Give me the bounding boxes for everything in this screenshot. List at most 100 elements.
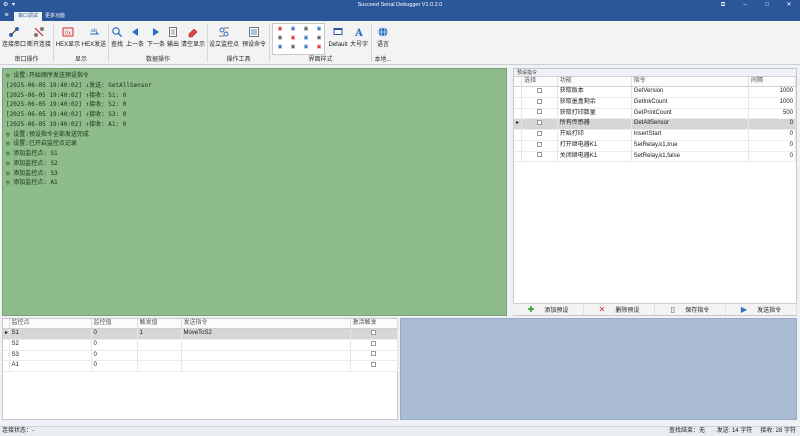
- window-title: Succeed Serial Debugger V1.0.2.0: [357, 2, 443, 8]
- preset-select-checkbox[interactable]: [521, 108, 558, 120]
- preset-command: GetVersion: [631, 86, 749, 98]
- activate-trigger-checkbox[interactable]: [350, 339, 398, 351]
- trigger-value[interactable]: [137, 360, 182, 372]
- preset-select-checkbox[interactable]: [521, 118, 558, 130]
- search-button[interactable]: 查找: [110, 23, 124, 57]
- col-header-activate-trigger[interactable]: 激活触发: [350, 319, 398, 329]
- preset-select-checkbox[interactable]: [521, 97, 558, 109]
- preset-row[interactable]: 获取版本 GetVersion 1000: [514, 86, 797, 98]
- preset-row[interactable]: 打开继电器K1 SetRelay,k1,true 0: [514, 140, 797, 152]
- send-command[interactable]: [181, 360, 351, 372]
- theme-swatch-icon[interactable]: ▣: [290, 36, 296, 41]
- theme-swatch-icon[interactable]: ▣: [316, 27, 322, 32]
- theme-swatch-icon[interactable]: ▣: [303, 36, 309, 41]
- add-preset-button[interactable]: ✚ 添加预设: [513, 304, 584, 315]
- preset-select-checkbox[interactable]: [521, 140, 558, 152]
- theme-swatch-icon[interactable]: ▣: [277, 45, 283, 50]
- preset-row[interactable]: ▸ 所有传感器 GetAllSensor 0: [514, 118, 797, 130]
- monitor-row[interactable]: ▸ S1 0 1 MoveToS2: [3, 328, 398, 340]
- group-label-data: 数据操作: [145, 57, 170, 63]
- col-header-interval[interactable]: 间隔: [748, 77, 797, 87]
- col-header-monitor-value[interactable]: 监控值: [91, 319, 138, 329]
- col-header-select[interactable]: 选择: [521, 77, 558, 87]
- theme-swatch-icon[interactable]: ▣: [277, 27, 283, 32]
- hex-send-icon: ab: [88, 23, 100, 41]
- preset-select-checkbox[interactable]: [521, 129, 558, 141]
- preset-row[interactable]: 获取打印数量 GetPrintCount 500: [514, 108, 797, 120]
- send-command-button[interactable]: ▶ 发送指令: [726, 304, 797, 315]
- trigger-value[interactable]: [137, 339, 182, 351]
- send-command[interactable]: [181, 350, 351, 362]
- col-header-send-command[interactable]: 发送指令: [181, 319, 351, 329]
- disconnect-button[interactable]: 断开连接: [27, 23, 51, 57]
- next-button[interactable]: 下一条: [146, 23, 166, 57]
- hex-display-button[interactable]: 0x HEX显示: [56, 23, 80, 57]
- col-header-trigger-value[interactable]: 触发值: [137, 319, 182, 329]
- preset-command: SetRelay,k1,true: [631, 140, 749, 152]
- preset-select-checkbox[interactable]: [521, 151, 558, 163]
- activate-trigger-checkbox[interactable]: [350, 350, 398, 362]
- delete-preset-button[interactable]: ✕ 删除预设: [584, 304, 655, 315]
- row-marker: [514, 129, 523, 141]
- theme-swatch-icon[interactable]: ▣: [316, 36, 322, 41]
- monitor-value: 0: [91, 328, 138, 340]
- tab-serial-debug[interactable]: 串口调试: [14, 12, 43, 21]
- font-size-icon: A: [353, 23, 365, 41]
- col-header-function[interactable]: 功能: [557, 77, 632, 87]
- row-marker: [514, 108, 523, 120]
- hamburger-menu-icon[interactable]: ≡: [0, 11, 13, 21]
- big-font-button[interactable]: A 大号字: [350, 23, 368, 57]
- preset-interval: 500: [748, 108, 797, 120]
- clear-display-button[interactable]: 清空显示: [181, 23, 205, 57]
- preset-row[interactable]: 获取墨盒剩余 GetInkCount 1000: [514, 97, 797, 109]
- preset-command-button[interactable]: 预设命令: [241, 23, 267, 57]
- send-command[interactable]: [181, 339, 351, 351]
- theme-swatch-icon[interactable]: ▣: [290, 45, 296, 50]
- save-command-button[interactable]: ▯ 保存指令: [655, 304, 726, 315]
- trigger-value[interactable]: [137, 350, 182, 362]
- restore-icon[interactable]: ⧉: [712, 0, 734, 11]
- connect-button[interactable]: 连接串口: [2, 23, 26, 57]
- preset-row[interactable]: 关闭继电器K1 SetRelay,k1,false 0: [514, 151, 797, 163]
- theme-selector[interactable]: Default: [328, 23, 348, 57]
- tab-more-features[interactable]: 更多功能: [41, 12, 69, 21]
- theme-swatch-icon[interactable]: ▣: [303, 27, 309, 32]
- preset-interval: 1000: [748, 97, 797, 109]
- send-command[interactable]: MoveToS2: [181, 328, 351, 340]
- output-button[interactable]: 输出: [166, 23, 180, 57]
- maximize-button[interactable]: □: [756, 0, 778, 11]
- col-header-command[interactable]: 指令: [631, 77, 749, 87]
- minimize-button[interactable]: –: [734, 0, 756, 11]
- theme-swatch-icon[interactable]: ▣: [303, 45, 309, 50]
- hex-send-button[interactable]: ab HEX发送: [82, 23, 106, 57]
- theme-swatch-icon[interactable]: ▣: [277, 36, 283, 41]
- activate-trigger-checkbox[interactable]: [350, 328, 398, 340]
- close-button[interactable]: ✕: [778, 0, 800, 11]
- set-monitor-point-button[interactable]: 设立监控点: [209, 23, 239, 57]
- col-header-monitor-point[interactable]: 监控点: [9, 319, 92, 329]
- theme-gallery[interactable]: ▣ ▣ ▣ ▣ ▣ ▣ ▣ ▣ ▣ ▣ ▣ ▣: [272, 23, 325, 55]
- monitor-value: 0: [91, 350, 138, 362]
- theme-swatch-icon[interactable]: ▣: [316, 45, 322, 50]
- send-play-icon: ▶: [740, 305, 748, 314]
- monitor-row[interactable]: S3 0: [3, 350, 398, 362]
- monitor-row[interactable]: S2 0: [3, 339, 398, 351]
- preset-list-icon: [248, 23, 260, 41]
- trigger-value[interactable]: 1: [137, 328, 182, 340]
- disconnect-plug-icon: [33, 23, 45, 41]
- language-button[interactable]: 语言: [374, 23, 392, 57]
- row-marker: ▸: [514, 118, 523, 130]
- preset-select-checkbox[interactable]: [521, 86, 558, 98]
- preset-interval: 0: [748, 140, 797, 152]
- prev-button[interactable]: 上一条: [125, 23, 145, 57]
- monitor-row[interactable]: A1 0: [3, 360, 398, 372]
- log-output[interactable]: ◎ 设置:开始顺序发送预设指令 [2025-06-05 19:40:02] ↓发送…: [2, 68, 507, 316]
- log-line: ◎ 添加监控点: S3: [6, 169, 58, 177]
- preset-command-panel: 预设指令 选择 功能 指令 间隔 获取版本 GetVersion 1000 获取墨盒剩…: [513, 68, 797, 316]
- theme-swatch-icon[interactable]: ▣: [290, 27, 296, 32]
- log-line: ◎ 设置:已开启监控点记录: [6, 140, 77, 148]
- preset-row[interactable]: 开始打印 InsertStart 0: [514, 129, 797, 141]
- arrow-right-icon: [150, 23, 162, 41]
- monitor-value: 0: [91, 339, 138, 351]
- activate-trigger-checkbox[interactable]: [350, 360, 398, 372]
